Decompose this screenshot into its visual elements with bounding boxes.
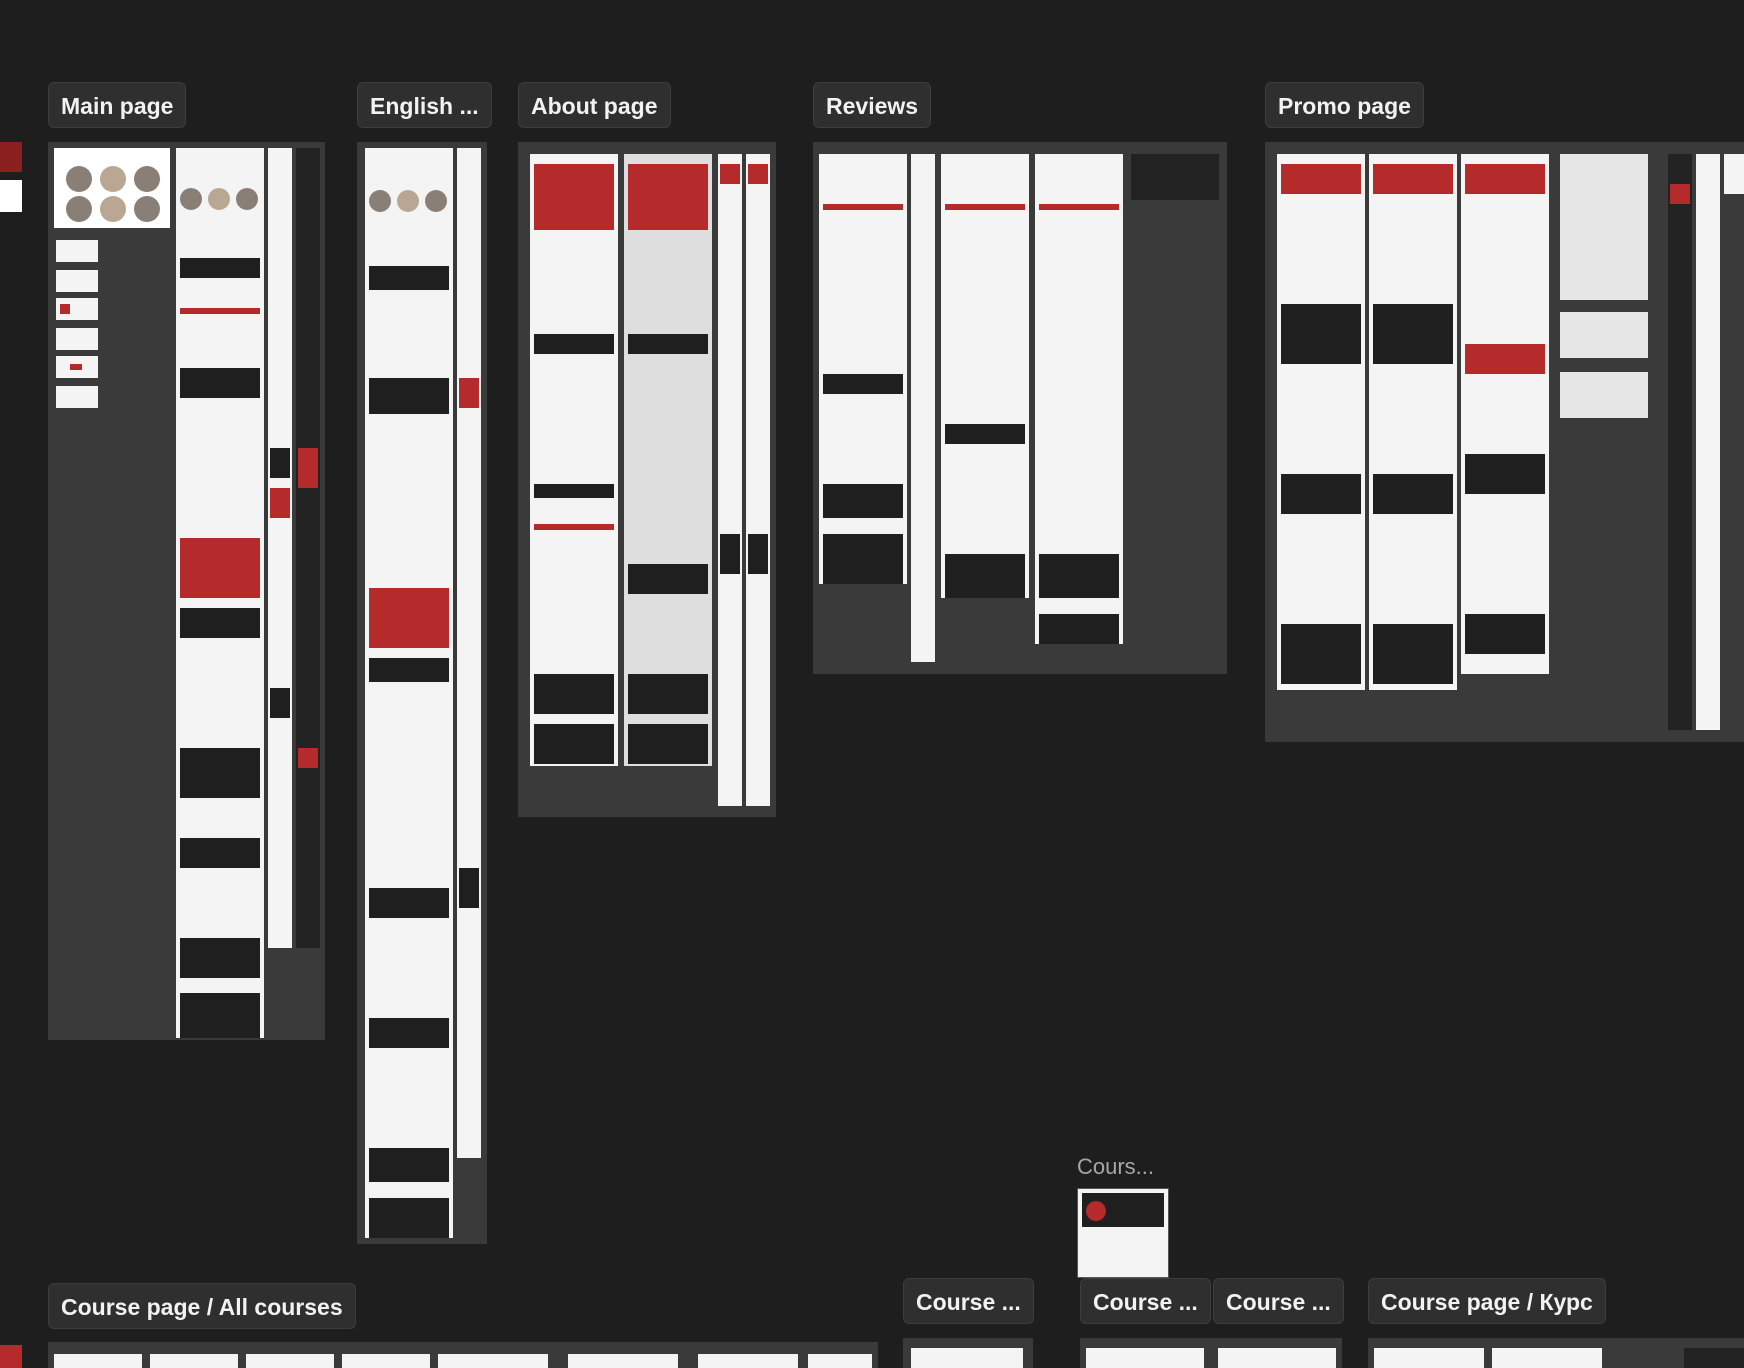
courses-small-card-frame[interactable] <box>1077 1188 1169 1278</box>
about-page-desktop-frame-1[interactable] <box>530 154 618 766</box>
section-label-course-2[interactable]: Course ... <box>1080 1278 1211 1324</box>
section-label-course-all[interactable]: Course page / All courses <box>48 1283 356 1329</box>
course-all-frame-1[interactable] <box>54 1354 142 1368</box>
left-edge-swatch-red[interactable] <box>0 142 22 172</box>
reviews-region <box>813 142 1227 674</box>
section-label-promo-page[interactable]: Promo page <box>1265 82 1424 128</box>
main-page-avatar-grid-frame[interactable] <box>54 148 170 228</box>
section-label-reviews[interactable]: Reviews <box>813 82 932 128</box>
reviews-mobile-frame-1[interactable] <box>911 154 935 662</box>
reviews-desktop-frame-1[interactable] <box>819 154 907 584</box>
english-mobile-frame[interactable] <box>457 148 481 1158</box>
about-page-mobile-frame-2[interactable] <box>746 154 770 806</box>
promo-mobile-frame-1[interactable] <box>1668 154 1692 730</box>
section-label-course-1[interactable]: Course ... <box>903 1278 1034 1324</box>
main-page-component-1[interactable] <box>56 240 98 262</box>
main-page-component-5[interactable] <box>56 356 98 378</box>
promo-mobile-frame-3[interactable] <box>1724 154 1744 194</box>
promo-desktop-frame-3[interactable] <box>1461 154 1549 674</box>
main-page-component-4[interactable] <box>56 328 98 350</box>
english-desktop-frame[interactable] <box>365 148 453 1238</box>
course-all-frame-7[interactable] <box>698 1354 798 1368</box>
course-1-region <box>903 1338 1033 1368</box>
left-edge-swatch-bottom[interactable] <box>0 1345 22 1368</box>
promo-dropdown-frame-1[interactable] <box>1560 154 1648 300</box>
main-page-desktop-frame[interactable] <box>176 148 264 1038</box>
promo-mobile-frame-2[interactable] <box>1696 154 1720 730</box>
left-edge-swatch-white[interactable] <box>0 180 22 212</box>
course-all-frame-5[interactable] <box>438 1354 548 1368</box>
english-region <box>357 142 487 1244</box>
section-label-courses-small[interactable]: Cours... <box>1077 1154 1154 1180</box>
section-label-english[interactable]: English ... <box>357 82 492 128</box>
section-label-course-kurs[interactable]: Course page / Курс <box>1368 1278 1606 1324</box>
reviews-desktop-frame-3[interactable] <box>1035 154 1123 644</box>
reviews-desktop-frame-2[interactable] <box>941 154 1029 598</box>
promo-dropdown-frame-2[interactable] <box>1560 312 1648 358</box>
main-page-tablet-frame[interactable] <box>268 148 292 948</box>
main-page-component-3[interactable] <box>56 298 98 320</box>
section-label-about-page[interactable]: About page <box>518 82 671 128</box>
main-page-mobile-frame[interactable] <box>296 148 320 948</box>
section-label-course-3[interactable]: Course ... <box>1213 1278 1344 1324</box>
main-page-component-2[interactable] <box>56 270 98 292</box>
about-page-mobile-frame-1[interactable] <box>718 154 742 806</box>
promo-dropdown-frame-3[interactable] <box>1560 372 1648 418</box>
section-label-main-page[interactable]: Main page <box>48 82 187 128</box>
promo-page-region <box>1265 142 1744 742</box>
about-page-desktop-frame-2[interactable] <box>624 154 712 766</box>
main-page-region <box>48 142 325 1040</box>
course-2-frame[interactable] <box>1086 1348 1204 1368</box>
promo-desktop-frame-1[interactable] <box>1277 154 1365 690</box>
course-3-frame[interactable] <box>1218 1348 1336 1368</box>
course-all-frame-2[interactable] <box>150 1354 238 1368</box>
course-kurs-frame-3[interactable] <box>1684 1348 1744 1368</box>
about-page-region <box>518 142 776 817</box>
course-all-frame-3[interactable] <box>246 1354 334 1368</box>
reviews-modal-frame[interactable] <box>1131 154 1219 200</box>
promo-desktop-frame-2[interactable] <box>1369 154 1457 690</box>
course-kurs-frame-2[interactable] <box>1492 1348 1602 1368</box>
course-all-frame-6[interactable] <box>568 1354 678 1368</box>
course-kurs-region <box>1368 1338 1744 1368</box>
course-1-frame[interactable] <box>911 1348 1023 1368</box>
course-2-3-region <box>1080 1338 1342 1368</box>
course-all-frame-8[interactable] <box>808 1354 872 1368</box>
course-kurs-frame-1[interactable] <box>1374 1348 1484 1368</box>
course-all-region <box>48 1342 878 1368</box>
main-page-component-6[interactable] <box>56 386 98 408</box>
course-all-frame-4[interactable] <box>342 1354 430 1368</box>
